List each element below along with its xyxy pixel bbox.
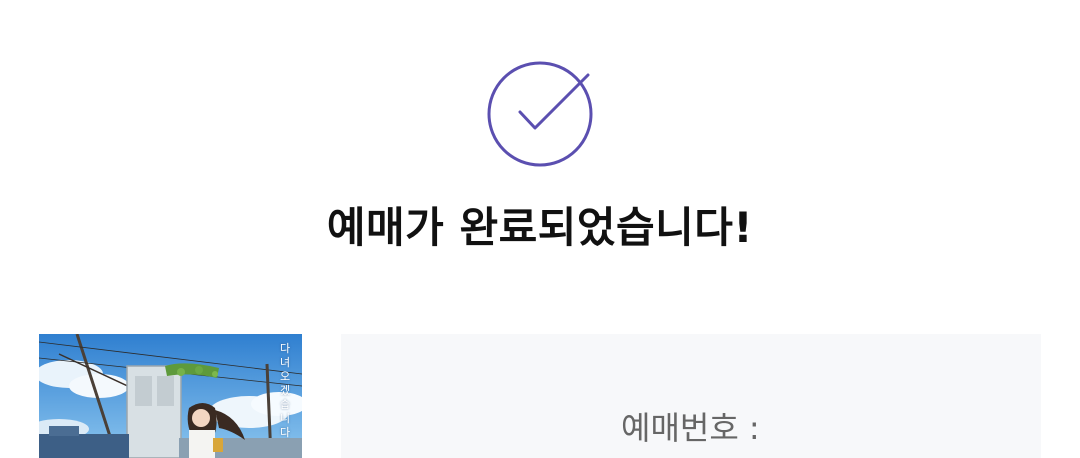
booking-complete-title: 예매가 완료되었습니다! xyxy=(326,203,754,252)
reservation-info-panel: 예매번호 : xyxy=(341,334,1041,458)
poster-title-text: 다녀오겠습니다 xyxy=(279,342,291,439)
check-circle-icon xyxy=(487,61,593,167)
booking-complete-page: 예매가 완료되었습니다! 다녀오겠습니다 예매번호: xyxy=(0,0,1080,458)
movie-poster: 다녀오겠습니다 xyxy=(39,334,302,458)
reservation-number-label: 예매번호 : xyxy=(621,409,760,447)
movie-poster-image xyxy=(39,334,302,458)
